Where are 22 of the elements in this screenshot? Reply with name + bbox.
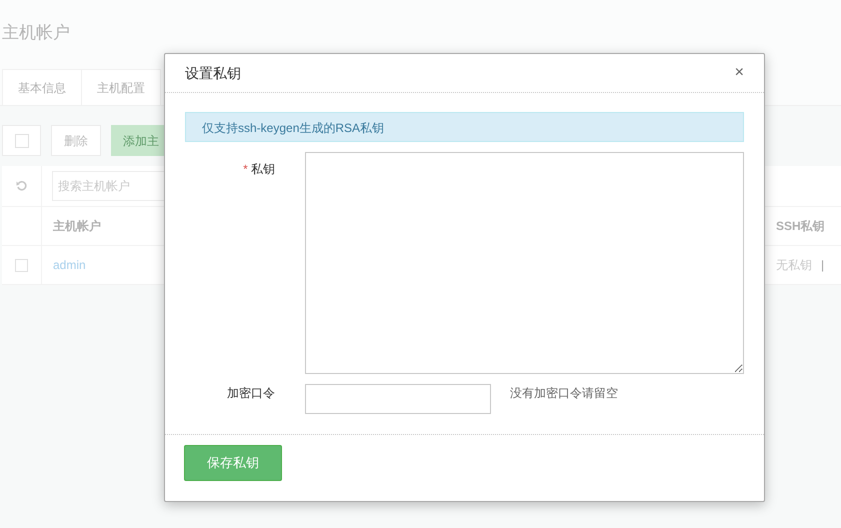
separator: | (821, 257, 824, 274)
tab[interactable]: 基本信息 (2, 69, 82, 106)
field-label: 私钥 (250, 161, 275, 178)
column-header: 主机帐户 (52, 218, 102, 235)
delete-button[interactable]: 删除 (51, 125, 101, 156)
tab[interactable]: 主机配置 (81, 69, 161, 106)
refresh-icon[interactable] (16, 180, 28, 192)
account-link[interactable]: admin (53, 258, 86, 272)
column-header: SSH私钥 (776, 218, 825, 235)
checkbox[interactable] (15, 258, 28, 272)
help-text: 没有加密口令请留空 (510, 385, 618, 402)
required-mark: * (243, 161, 248, 178)
passphrase-field[interactable] (305, 384, 491, 414)
info-notice: 仅支持ssh-keygen生成的RSA私钥 (185, 112, 744, 142)
dialog-title: 设置私钥 (185, 64, 241, 82)
checkbox[interactable] (14, 134, 28, 148)
add-button[interactable]: 添加主 (111, 125, 164, 156)
save-button[interactable]: 保存私钥 (184, 445, 282, 481)
key-textarea[interactable] (304, 152, 744, 374)
field-label: 加密口令 (227, 385, 275, 402)
page-title: 主机帐户 (1, 22, 71, 44)
close-button[interactable]: × (734, 65, 744, 81)
